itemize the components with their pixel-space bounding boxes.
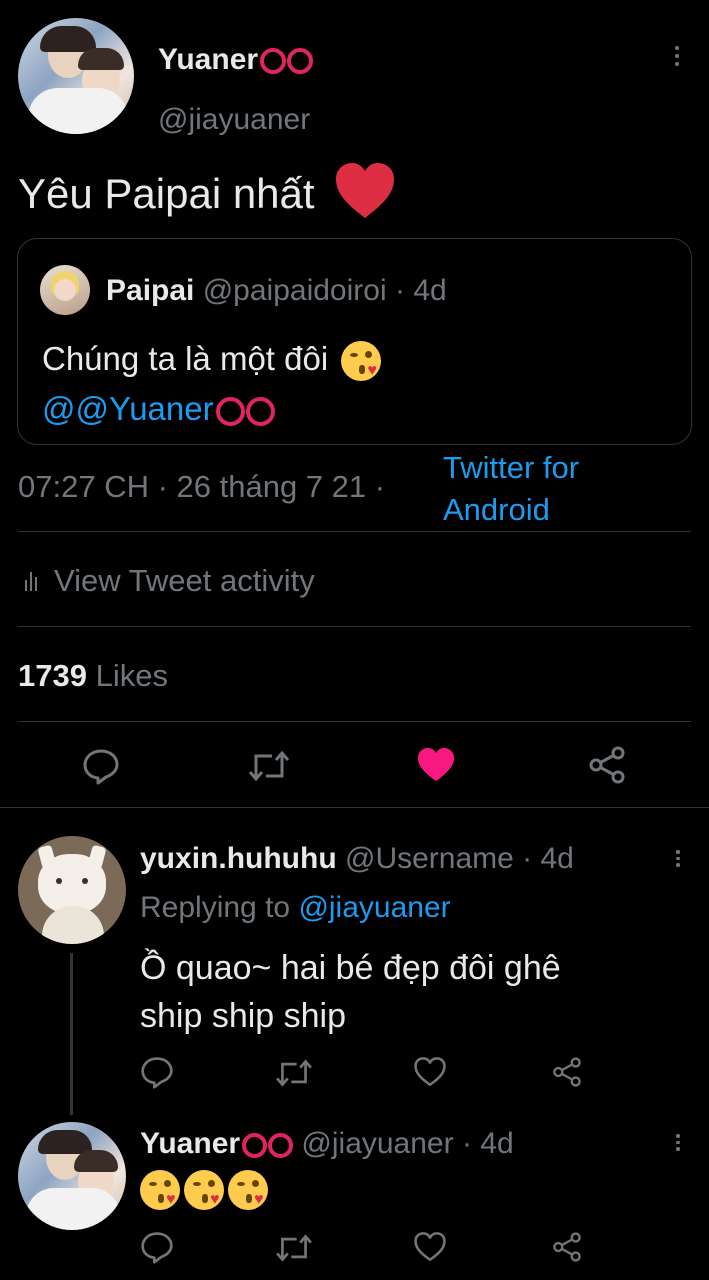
divider [18,531,691,532]
reply-age: · 4d [522,842,574,875]
likes-row[interactable]: 1739 Likes [18,657,168,695]
tweet-text-row: Yêu Paipai nhất [18,162,396,232]
reply-retweet-button[interactable] [275,1057,313,1089]
reply-like-button[interactable] [413,1231,447,1263]
more-icon[interactable] [672,1134,684,1154]
divider [0,807,709,808]
reply-header[interactable]: Yuaner @jiayuaner · 4d [140,1125,514,1163]
likes-label[interactable]: Likes [96,658,168,693]
activity-icon [25,572,37,591]
view-activity-label[interactable]: View Tweet activity [54,563,315,599]
reply-icon [83,749,119,785]
reply-reply-button[interactable] [140,1055,174,1089]
quoted-tweet[interactable]: Paipai @paipaidoiroi · 4d Chúng ta là mộ… [17,238,692,445]
like-icon [414,1057,446,1087]
quoted-author-avatar [40,265,90,315]
reply-share-button[interactable] [552,1232,582,1262]
replying-prefix: Replying to [140,891,291,924]
quoted-author-handle: @paipaidoiroi [202,274,387,307]
share-icon [589,746,625,784]
quoted-text: Chúng ta là một đôi [42,340,329,377]
like-icon [418,748,454,781]
retweet-icon [276,1234,312,1262]
reply-reply-button[interactable] [140,1230,174,1264]
share-icon [553,1232,581,1262]
thread-line [70,953,73,1115]
tweet-timestamp: 07:27 CH · 26 tháng 7 21 · [18,469,386,504]
quoted-author-name: Paipai [106,274,195,307]
quoted-text-row: Chúng ta là một đôi ♥ [42,337,382,382]
like-icon [414,1232,446,1262]
kiss-emoji: ♥ [184,1170,224,1210]
reply-text-line1: Ồ quao~ hai bé đẹp đôi ghê [140,949,561,987]
reply-icon [141,1057,173,1089]
share-icon [553,1057,581,1087]
more-icon[interactable] [670,46,684,72]
share-button[interactable] [588,746,626,784]
replying-to: Replying to @jiayuaner [140,889,451,927]
retweet-icon [248,750,290,782]
reply-share-button[interactable] [552,1057,582,1087]
reply-emojis: ♥ ♥ ♥ [140,1170,268,1214]
reply-avatar[interactable] [18,836,126,944]
reply-author-name[interactable]: yuxin.huhuhu [140,842,337,875]
quoted-header: Paipai @paipaidoiroi · 4d [106,273,447,309]
reply-button[interactable] [82,747,120,785]
quoted-mention-row[interactable]: @@Yuaner [42,387,275,431]
rings-icon [260,48,314,75]
tweet-source[interactable]: Twitter for Android [443,447,579,531]
retweet-icon [276,1059,312,1087]
tweet-source-line1[interactable]: Twitter for [443,447,579,489]
view-activity-button[interactable]: View Tweet activity [24,562,315,600]
quoted-separator: · [394,274,405,307]
reply-retweet-button[interactable] [275,1232,313,1264]
tweet-text: Yêu Paipai nhất [18,170,315,218]
reply-author-handle[interactable]: @Username [345,842,514,875]
reply-like-button[interactable] [413,1056,447,1088]
quoted-mention[interactable]: @@Yuaner [42,390,214,427]
replying-handle[interactable]: @jiayuaner [298,891,450,924]
author-handle[interactable]: @jiayuaner [158,102,310,138]
divider [18,626,691,627]
like-button[interactable] [416,747,456,783]
rings-icon [242,1132,294,1158]
kiss-emoji: ♥ [228,1170,268,1210]
kiss-emoji: ♥ [140,1170,180,1210]
reply-author-name[interactable]: Yuaner [140,1127,240,1160]
heart-emoji [334,162,396,232]
mention-rings-icon [215,396,275,426]
likes-count[interactable]: 1739 [18,658,87,693]
reply-author-handle[interactable]: @jiayuaner [301,1127,453,1160]
author-avatar[interactable] [18,18,134,134]
more-icon[interactable] [672,850,684,870]
retweet-button[interactable] [248,748,290,784]
divider [18,721,691,722]
author-name-row[interactable]: Yuaner [158,42,314,78]
kiss-emoji: ♥ [341,341,382,382]
reply-age: · 4d [461,1127,514,1160]
reply-icon [141,1232,173,1264]
reply-text-line2: ship ship ship [140,997,347,1035]
reply-text: Ồ quao~ hai bé đẹp đôi ghê ship ship shi… [140,944,561,1040]
reply-header[interactable]: yuxin.huhuhu @Username · 4d [140,840,574,878]
reply-avatar[interactable] [18,1122,126,1230]
tweet-source-line2[interactable]: Android [443,489,579,531]
author-name[interactable]: Yuaner [158,43,258,76]
quoted-age: 4d [413,274,447,307]
